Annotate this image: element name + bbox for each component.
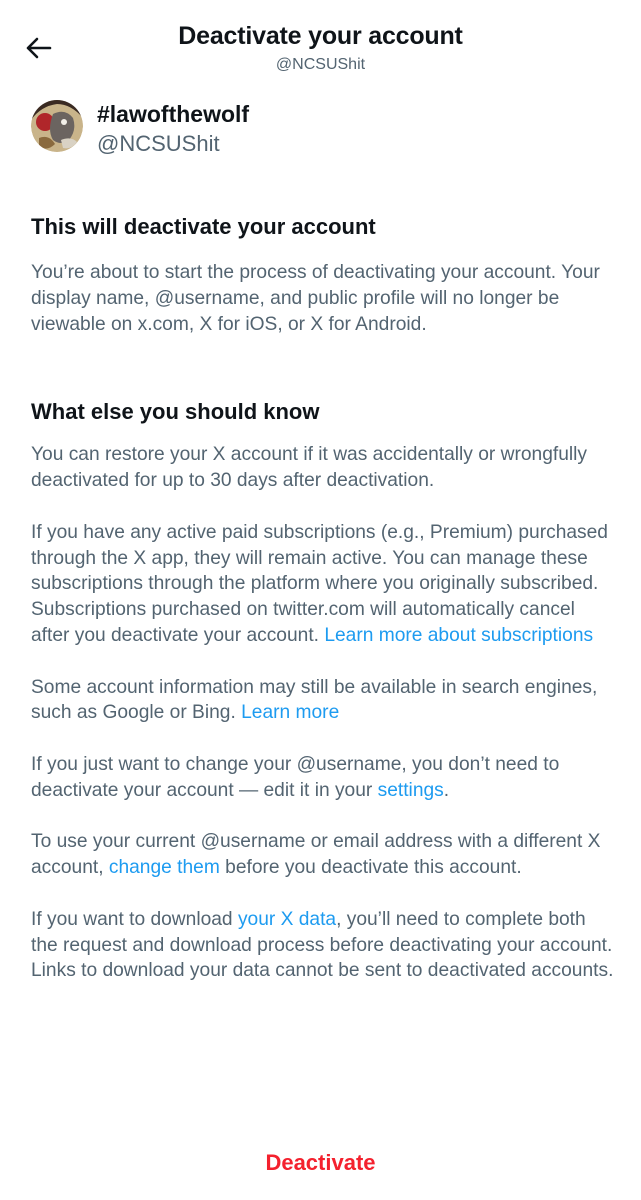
change-username-info: If you just want to change your @usernam… — [31, 752, 616, 804]
learn-more-subscriptions-link[interactable]: Learn more about subscriptions — [324, 625, 593, 646]
account-profile: #lawofthewolf @NCSUShit — [31, 100, 249, 156]
change-them-link[interactable]: change them — [109, 857, 220, 878]
reuse-username-info-end: before you deactivate this account. — [219, 857, 522, 879]
download-data-info: If you want to download your X data, you… — [31, 907, 616, 984]
subscriptions-info: If you have any active paid subscription… — [31, 520, 616, 649]
display-name: #lawofthewolf — [97, 101, 250, 127]
your-x-data-link[interactable]: your X data — [238, 909, 336, 930]
reuse-username-info: To use your current @username or email a… — [31, 829, 616, 881]
section-heading-what-else: What else you should know — [31, 399, 320, 425]
main-content: This will deactivate your account You’re… — [31, 212, 616, 984]
avatar — [31, 100, 83, 152]
page-subtitle-handle: @NCSUShit — [275, 56, 366, 73]
search-engines-info: Some account information may still be av… — [31, 675, 616, 727]
section-heading-deactivate: This will deactivate your account — [31, 214, 376, 239]
page-title: Deactivate your account — [178, 22, 463, 50]
change-username-info-text: If you just want to change your @usernam… — [31, 753, 560, 801]
username-handle: @NCSUShit — [97, 131, 220, 156]
restore-info-text: You can restore your X account if it was… — [31, 444, 588, 492]
download-data-info-text: If you want to download — [31, 908, 238, 930]
top-bar: Deactivate your account @NCSUShit — [0, 0, 641, 90]
deactivate-description: You’re about to start the process of dea… — [31, 262, 600, 335]
settings-link[interactable]: settings — [378, 780, 444, 801]
deactivate-button[interactable]: Deactivate — [0, 1150, 641, 1176]
change-username-info-end: . — [443, 779, 450, 801]
learn-more-link[interactable]: Learn more — [241, 702, 339, 723]
